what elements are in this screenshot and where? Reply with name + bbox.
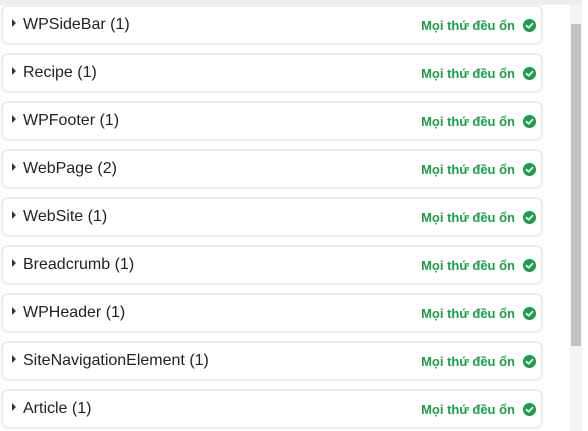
- status-badge: Mọi thứ đều ổn: [421, 114, 536, 129]
- schema-item-label: Breadcrumb (1): [23, 256, 135, 273]
- status-text: Mọi thứ đều ổn: [421, 257, 515, 273]
- schema-item-wpheader[interactable]: WPHeader (1) Mọi thứ đều ổn: [1, 293, 543, 333]
- check-circle-icon: [523, 354, 536, 368]
- check-circle-icon: [523, 162, 536, 176]
- status-text: Mọi thứ đều ổn: [421, 353, 515, 369]
- status-badge: Mọi thứ đều ổn: [421, 354, 536, 369]
- caret-right-icon: [12, 211, 16, 219]
- caret-right-icon: [12, 115, 16, 123]
- schema-item-wpsidebar[interactable]: WPSideBar (1) Mọi thứ đều ổn: [1, 5, 543, 45]
- scrollbar-thumb[interactable]: [571, 24, 581, 346]
- check-circle-icon: [523, 402, 536, 416]
- schema-item-label: SiteNavigationElement (1): [23, 352, 209, 369]
- caret-right-icon: [12, 307, 16, 315]
- caret-right-icon: [12, 163, 16, 171]
- schema-list: WPSideBar (1) Mọi thứ đều ổn Recipe (1) …: [0, 5, 545, 431]
- check-circle-icon: [523, 258, 536, 272]
- schema-item-label: Recipe (1): [23, 64, 97, 81]
- schema-item-article[interactable]: Article (1) Mọi thứ đều ổn: [1, 389, 543, 429]
- schema-item-label: WebPage (2): [23, 160, 117, 177]
- schema-item-label: WPHeader (1): [23, 304, 126, 321]
- status-badge: Mọi thứ đều ổn: [421, 258, 536, 273]
- status-badge: Mọi thứ đều ổn: [421, 66, 536, 81]
- caret-right-icon: [12, 19, 16, 27]
- status-text: Mọi thứ đều ổn: [421, 209, 515, 225]
- status-badge: Mọi thứ đều ổn: [421, 18, 536, 33]
- status-text: Mọi thứ đều ổn: [421, 65, 515, 81]
- check-circle-icon: [523, 210, 536, 224]
- schema-item-label: WPFooter (1): [23, 112, 120, 129]
- status-badge: Mọi thứ đều ổn: [421, 402, 536, 417]
- check-circle-icon: [523, 66, 536, 80]
- schema-item-breadcrumb[interactable]: Breadcrumb (1) Mọi thứ đều ổn: [1, 245, 543, 285]
- schema-item-label: WPSideBar (1): [23, 16, 130, 33]
- structured-data-panel: WPSideBar (1) Mọi thứ đều ổn Recipe (1) …: [0, 0, 588, 431]
- status-badge: Mọi thứ đều ổn: [421, 210, 536, 225]
- status-text: Mọi thứ đều ổn: [421, 161, 515, 177]
- status-text: Mọi thứ đều ổn: [421, 17, 515, 33]
- schema-item-website[interactable]: WebSite (1) Mọi thứ đều ổn: [1, 197, 543, 237]
- status-text: Mọi thứ đều ổn: [421, 305, 515, 321]
- status-text: Mọi thứ đều ổn: [421, 113, 515, 129]
- caret-right-icon: [12, 355, 16, 363]
- schema-item-sitenavigationelement[interactable]: SiteNavigationElement (1) Mọi thứ đều ổn: [1, 341, 543, 381]
- caret-right-icon: [12, 403, 16, 411]
- schema-item-webpage[interactable]: WebPage (2) Mọi thứ đều ổn: [1, 149, 543, 189]
- caret-right-icon: [12, 67, 16, 75]
- caret-right-icon: [12, 259, 16, 267]
- status-badge: Mọi thứ đều ổn: [421, 306, 536, 321]
- schema-item-label: Article (1): [23, 400, 92, 417]
- check-circle-icon: [523, 306, 536, 320]
- schema-item-label: WebSite (1): [23, 208, 108, 225]
- schema-item-recipe[interactable]: Recipe (1) Mọi thứ đều ổn: [1, 53, 543, 93]
- check-circle-icon: [523, 114, 536, 128]
- schema-item-wpfooter[interactable]: WPFooter (1) Mọi thứ đều ổn: [1, 101, 543, 141]
- status-text: Mọi thứ đều ổn: [421, 401, 515, 417]
- status-badge: Mọi thứ đều ổn: [421, 162, 536, 177]
- check-circle-icon: [523, 18, 536, 32]
